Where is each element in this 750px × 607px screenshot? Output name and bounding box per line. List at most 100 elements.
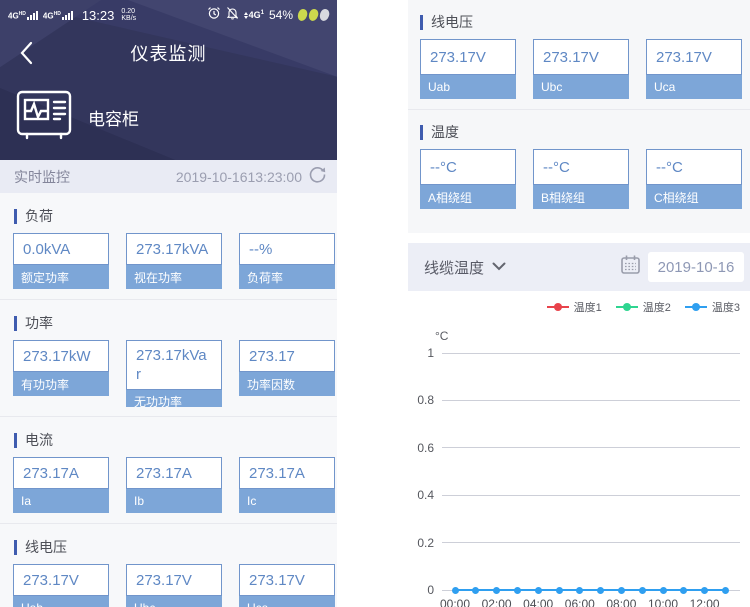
metric-card: 273.17 功率因数: [239, 340, 335, 406]
metric-value: 273.17V: [126, 564, 222, 596]
battery-percent: 54%: [268, 8, 293, 22]
chart-legend: 温度1 温度2 温度3: [408, 299, 750, 315]
metric-card: 273.17V Uab: [13, 564, 109, 607]
title-accent-bar: [14, 208, 17, 224]
plot-area: 1 0.8 0.6 0.4 0.2 0: [408, 346, 740, 597]
metric-card: 0.0kVA 额定功率: [13, 233, 109, 289]
section-title-row: 线电压: [14, 537, 337, 557]
section-title: 功率: [25, 315, 53, 331]
alarm-clock-icon: [207, 6, 221, 25]
x-tick-label: 06:00: [564, 597, 595, 607]
metric-value: 273.17kW: [13, 340, 109, 372]
metric-value: 273.17A: [126, 457, 222, 489]
section-load: 负荷 0.0kVA 额定功率 273.17kVA 视在功率 --% 负荷率: [0, 193, 337, 300]
data-point: [534, 586, 542, 594]
y-gridline: 1: [408, 346, 740, 360]
metric-label: 视在功率: [126, 265, 222, 289]
x-tick-label: 12:00: [689, 597, 720, 607]
metric-value: 0.0kVA: [13, 233, 109, 265]
section-title-row: 线电压: [420, 12, 750, 32]
y-tick-label: 0.2: [417, 535, 434, 550]
data-point: [555, 586, 563, 594]
title-accent-bar: [420, 124, 423, 140]
metric-card: --°C C相绕组: [646, 149, 742, 209]
back-button[interactable]: [12, 39, 40, 67]
y-tick-label: 1: [427, 346, 434, 360]
data-point: [472, 586, 480, 594]
data-point: [513, 586, 521, 594]
section-title: 负荷: [25, 208, 53, 224]
legend-marker: [684, 303, 707, 312]
page-title: 仪表监测: [130, 44, 207, 64]
legend-item-temp2[interactable]: 温度2: [615, 299, 671, 315]
section-line-voltage: 线电压 273.17V Uab 273.17V Ubc 273.17V Uca: [0, 524, 337, 607]
metric-value: --°C: [420, 149, 516, 185]
y-gridline: 0.6: [408, 441, 740, 455]
refresh-icon[interactable]: [308, 165, 327, 189]
metric-label: Uca: [646, 75, 742, 99]
metric-label: Ic: [239, 489, 335, 513]
metric-label: 负荷率: [239, 265, 335, 289]
section-title: 温度: [431, 124, 459, 140]
legend-item-temp1[interactable]: 温度1: [546, 299, 602, 315]
network-type-icon: 4G1: [243, 10, 264, 20]
metric-card: --°C A相绕组: [420, 149, 516, 209]
metric-value: 273.17A: [13, 457, 109, 489]
section-title: 线电压: [25, 539, 67, 555]
metric-value: 273.17V: [533, 39, 629, 75]
status-time: 13:23: [81, 7, 115, 23]
metric-value: 273.17kVar: [126, 340, 222, 390]
metric-card: 273.17V Uab: [420, 39, 516, 99]
y-axis-unit: °C: [435, 329, 449, 343]
meter-cabinet-icon: [16, 90, 72, 145]
network-speed: 0.20 KB/s: [121, 8, 137, 22]
x-tick-label: 08:00: [606, 597, 637, 607]
metric-label: Ia: [13, 489, 109, 513]
metric-label: C相绕组: [646, 185, 742, 209]
metric-value: 273.17V: [646, 39, 742, 75]
metric-label: B相绕组: [533, 185, 629, 209]
metric-value: --%: [239, 233, 335, 265]
y-gridline: 0.8: [408, 393, 740, 407]
metric-label: 有功功率: [13, 372, 109, 396]
x-tick-label: 02:00: [481, 597, 512, 607]
notification-off-icon: [226, 6, 239, 25]
section-title-row: 温度: [420, 122, 750, 142]
metric-value: --°C: [533, 149, 629, 185]
app-header: 4GHD 4GHD 13:23 0.20 KB/s 4G1 54% 仪表监测 电…: [0, 0, 337, 160]
metric-card: --% 负荷率: [239, 233, 335, 289]
metric-value: 273.17kVA: [126, 233, 222, 265]
y-tick-label: 0: [427, 583, 434, 597]
metric-label: 功率因数: [239, 372, 335, 396]
section-line-voltage: 线电压 273.17V Uab 273.17V Ubc 273.17V Uca: [408, 0, 750, 110]
data-point: [617, 586, 625, 594]
section-power: 功率 273.17kW 有功功率 273.17kVar 无功功率 273.17 …: [0, 300, 337, 417]
metric-label: Ubc: [533, 75, 629, 99]
metric-card: 273.17A Ib: [126, 457, 222, 513]
metric-value: --°C: [646, 149, 742, 185]
metric-card: 273.17kVA 视在功率: [126, 233, 222, 289]
metric-label: 额定功率: [13, 265, 109, 289]
section-title: 电流: [25, 432, 53, 448]
date-picker[interactable]: 2019-10-16: [648, 252, 744, 282]
y-gridline: 0.4: [408, 488, 740, 502]
legend-item-temp3[interactable]: 温度3: [684, 299, 740, 315]
metric-label: Uab: [13, 596, 109, 607]
data-point: [451, 586, 459, 594]
signal-sim2-icon: 4GHD: [43, 10, 73, 21]
calendar-icon[interactable]: [620, 254, 641, 280]
metric-label: Uab: [420, 75, 516, 99]
cable-temp-dropdown[interactable]: 线缆温度: [424, 257, 506, 278]
metric-label: 无功功率: [126, 390, 222, 407]
metric-value: 273.17V: [13, 564, 109, 596]
metric-card: 273.17V Uca: [646, 39, 742, 99]
metric-label: Ib: [126, 489, 222, 513]
title-accent-bar: [14, 539, 17, 555]
section-title-row: 电流: [14, 430, 337, 450]
chart-header-bar: 线缆温度 2019-10-16: [408, 243, 750, 291]
metric-card: 273.17kVar 无功功率: [126, 340, 222, 407]
x-tick-label: 10:00: [647, 597, 679, 607]
title-accent-bar: [14, 315, 17, 331]
data-point: [680, 586, 688, 594]
metric-label: Ubc: [126, 596, 222, 607]
